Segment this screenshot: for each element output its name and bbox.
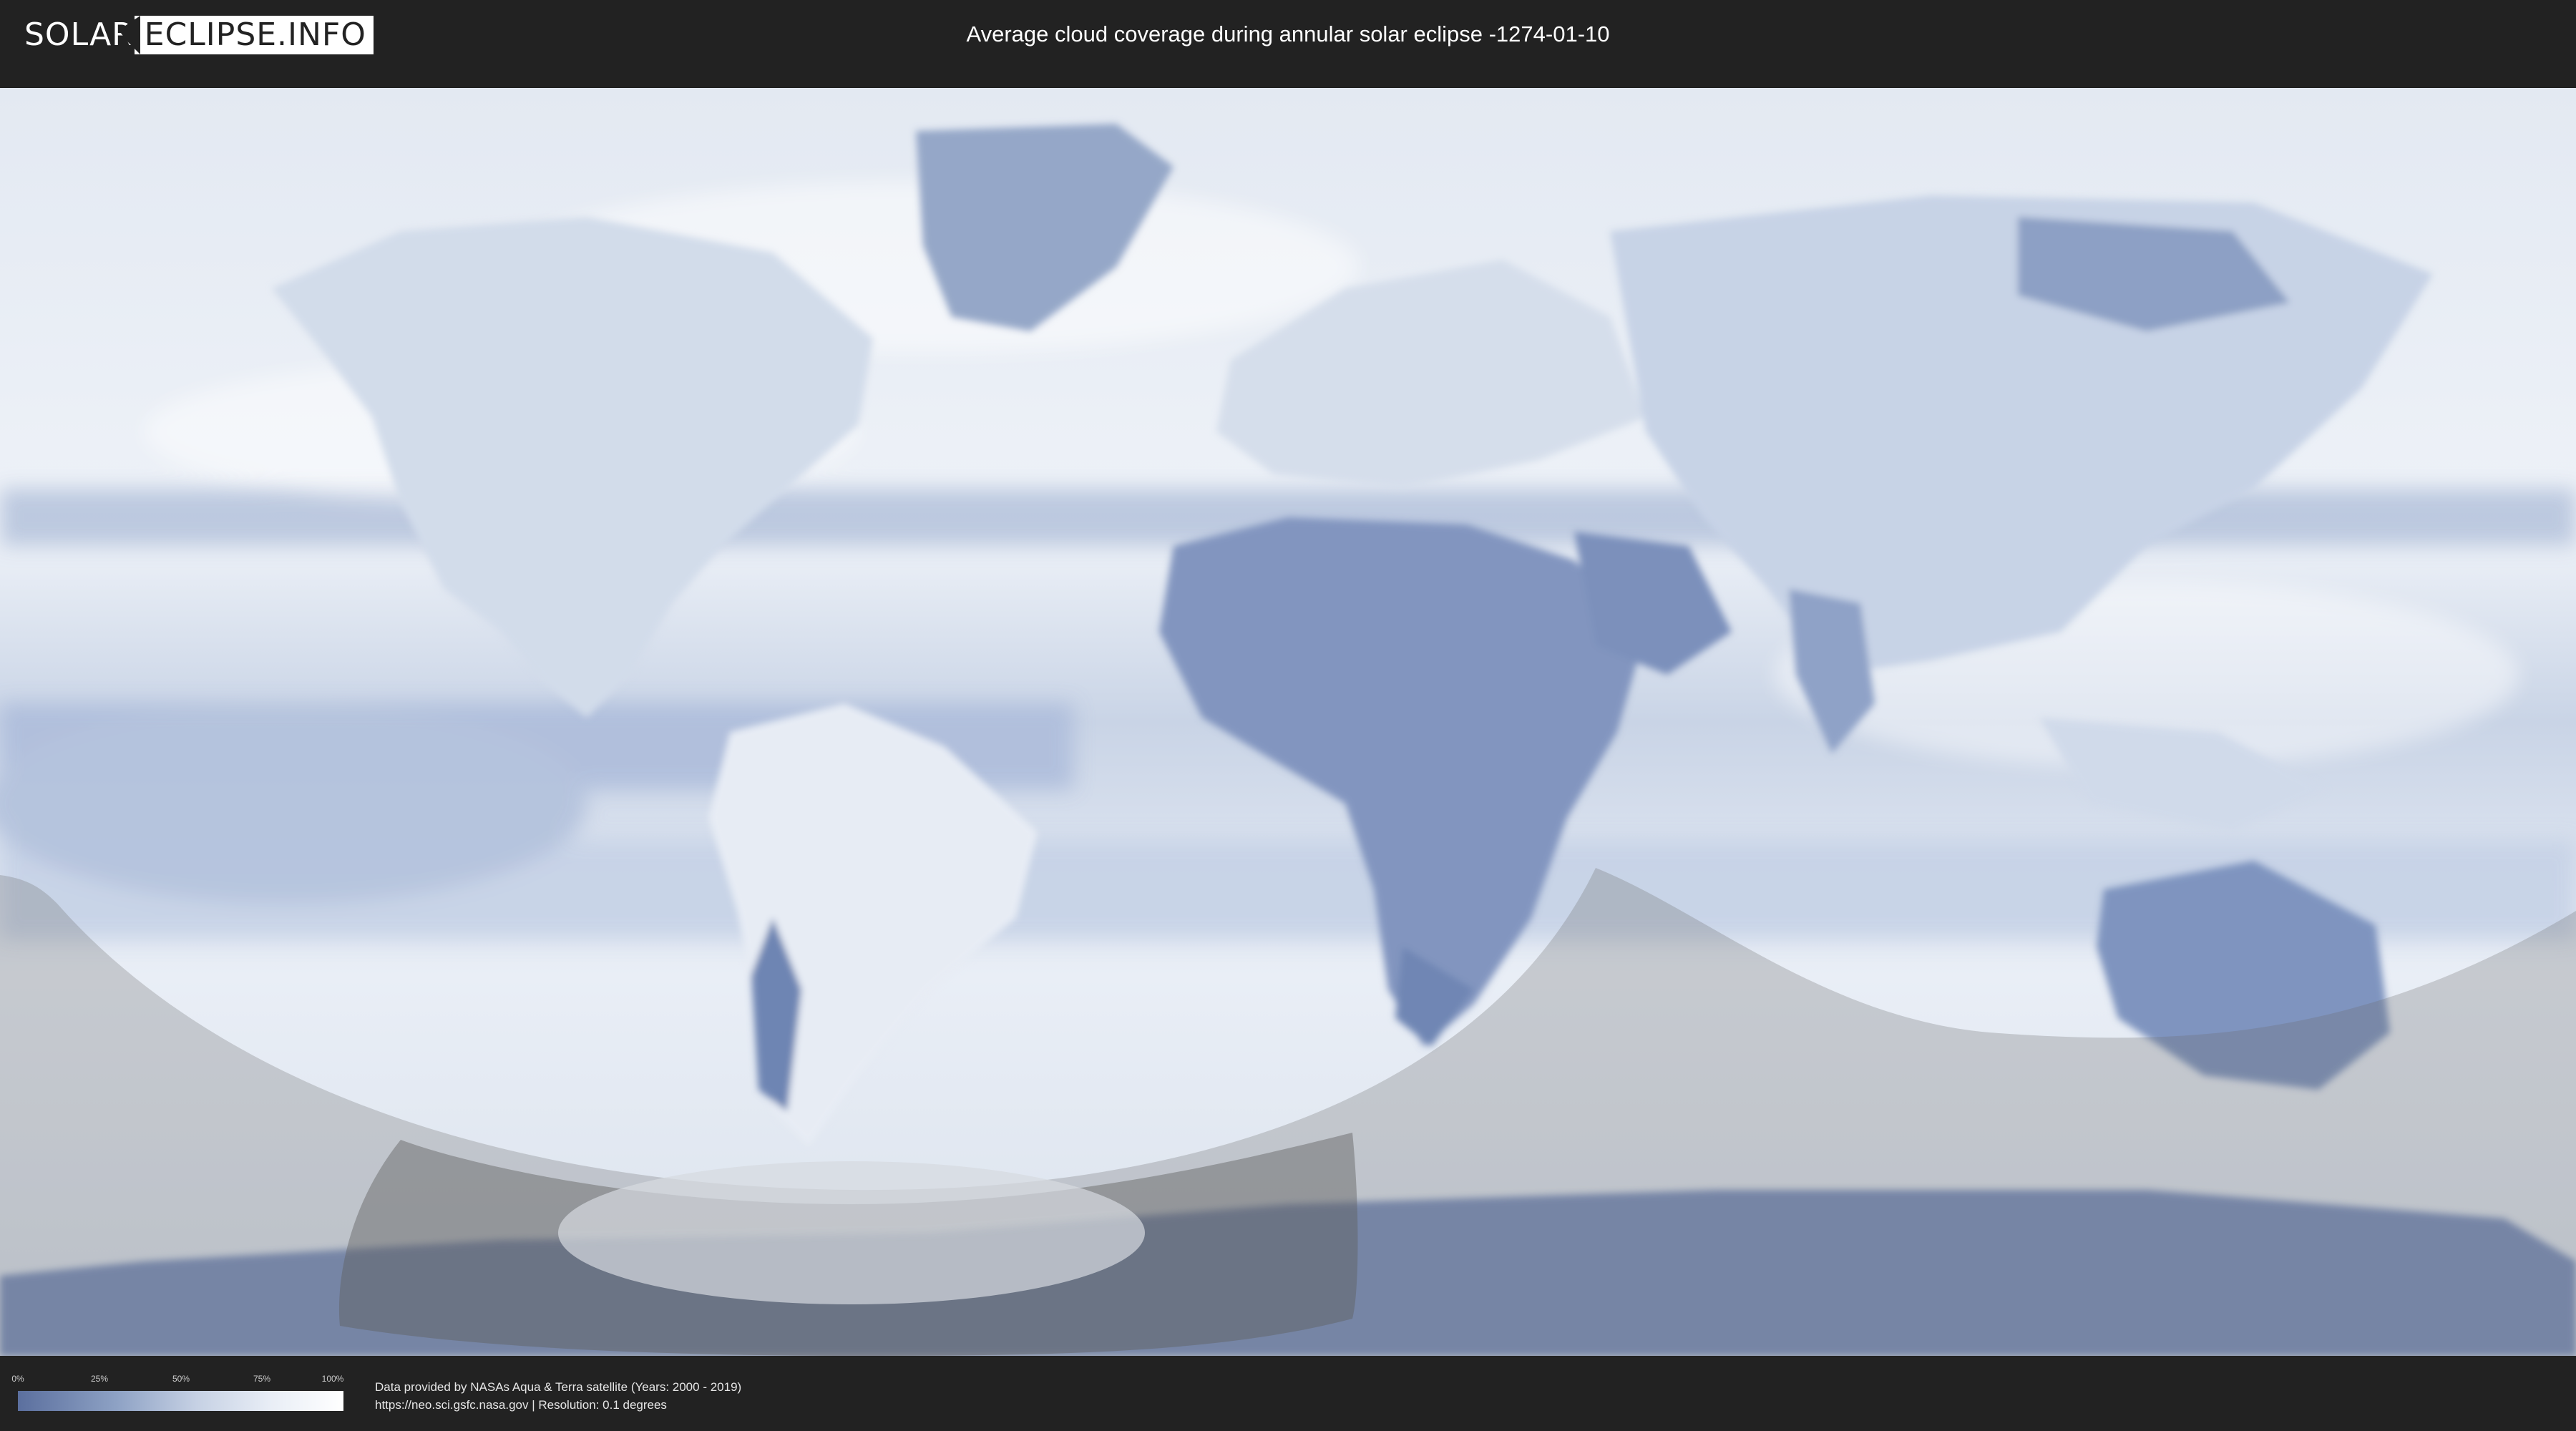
world-map-svg [0,88,2576,1356]
page-title: Average cloud coverage during annular so… [966,21,1610,47]
credit-line-source: Data provided by NASAs Aqua & Terra sate… [375,1380,742,1394]
cloud-coverage-map[interactable] [0,88,2576,1356]
header-bar: SOLAR ECLIPSE.INFO Average cloud coverag… [0,0,2576,72]
credit-line-url[interactable]: https://neo.sci.gsfc.nasa.gov | Resoluti… [375,1396,741,1414]
legend-tick: 100% [321,1374,344,1384]
annular-core [558,1161,1145,1304]
data-credit: Data provided by NASAs Aqua & Terra sate… [375,1378,741,1414]
legend-tick: 25% [90,1374,109,1384]
legend-tick: 50% [172,1374,190,1384]
legend-tick: 75% [253,1374,271,1384]
legend-color-scale [18,1391,343,1411]
legend-tick: 0% [11,1374,24,1384]
